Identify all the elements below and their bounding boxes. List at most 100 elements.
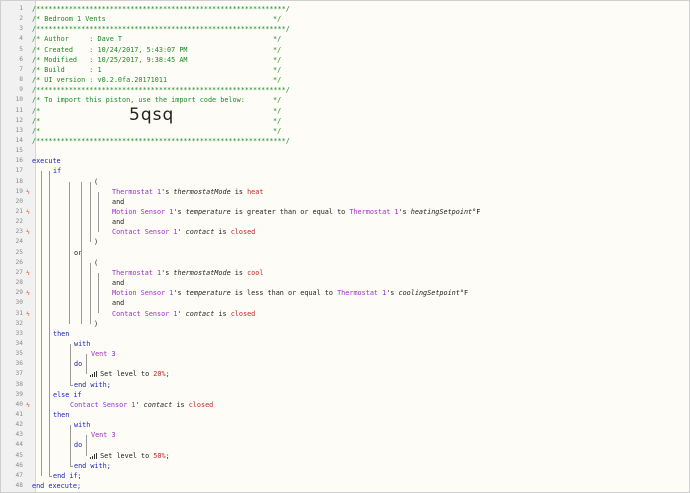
line-number: 32 [15,319,23,327]
device-name: Vent 3 [91,350,116,359]
code-text: with [74,420,90,430]
device-name: Thermostat 1 [349,208,399,216]
paren-group-inner-guide [98,272,99,314]
keyword-end-execute: end execute; [32,482,82,491]
line-number: 7 [19,65,23,73]
terminator: ; [165,370,170,379]
paren-close: ) [94,238,99,247]
line-number: 12 [15,116,23,124]
line-number: 28 [15,279,23,287]
possessive: 's [161,187,174,196]
code-line: 6 /* Modified : 10/25/2017, 9:38:45 AM */ [1,55,689,65]
line-number: 42 [15,421,23,429]
code-line: 48 end execute; [1,481,689,491]
line-number: 38 [15,380,23,388]
trigger-bolt-icon: ϟ [26,309,30,318]
line-number: 10 [15,96,23,104]
keyword-end-with: end with; [74,461,111,470]
comparison-value: heat [247,187,264,196]
comment-close: */ [273,96,282,105]
code-text: and [112,197,124,207]
code-line: 9 /**************************************… [1,85,689,95]
code-text: and [112,278,124,288]
operator: is [230,187,248,196]
code-text: do [74,359,82,369]
trigger-bolt-icon: ϟ [26,228,30,237]
code-text: end if; [53,471,82,481]
code-line: 32) [1,319,689,329]
code-line: 38 end with; [1,380,689,390]
code-text: do [74,440,82,450]
device-name: Vent 3 [91,431,116,440]
device-name: Thermostat 1 [112,268,162,277]
code-line: 1 /**************************************… [1,4,689,14]
code-text: Contact Sensor 1' contact is closed [70,400,213,410]
operator: is [230,268,248,277]
comment-rule: /***************************************… [32,86,290,95]
code-line: 7 /* Build : 1 */ [1,65,689,75]
code-text: /* UI version : v0.2.0fa.20171011 [32,75,167,85]
code-line: 45 Set level to 50%; [1,451,689,461]
comment-text: /* Created : 10/24/2017, 5:43:07 PM [32,45,188,54]
code-text: /* Bedroom 1 Vents [32,14,106,24]
comparison-value: closed [230,309,256,318]
device-name: Contact Sensor 1 [112,228,178,237]
line-number: 17 [15,167,23,175]
code-text: with [74,339,90,349]
paren-group-inner-guide [98,191,99,233]
paren-group-guide [90,262,91,324]
code-line: 24) [1,237,689,247]
possessive: 's [173,208,186,216]
comment-text: /* Modified : 10/25/2017, 9:38:45 AM [32,55,188,64]
attribute-name: contact [185,309,215,318]
comment-close: */ [273,15,282,24]
line-number: 46 [15,461,23,469]
code-text: /***************************************… [32,4,290,14]
comment-text: /* [32,126,41,135]
code-text: /* [32,116,40,126]
code-line: 39 else if [1,390,689,400]
line-number: 22 [15,218,23,226]
code-line: 10 /* To import this piston, use the impo… [1,95,689,105]
paren-open: ( [94,177,99,186]
line-number: 3 [19,25,23,33]
code-text: Vent 3 [91,349,116,359]
code-text: Vent 3 [91,430,116,440]
attribute-name: thermostatMode [173,187,231,196]
possessive: ' [177,309,186,318]
code-line: 44 do [1,440,689,450]
code-text: ( [94,258,98,268]
code-line: 47 end if; [1,471,689,481]
keyword-with: with [74,421,91,430]
comment-text: /* Bedroom 1 Vents [32,15,106,24]
paren-group-guide [90,181,91,243]
line-number: 40 [15,400,23,408]
comment-rule: /***************************************… [32,136,290,145]
keyword-then: then [53,329,70,338]
possessive: 's [161,268,174,277]
code-line: 36 do [1,359,689,369]
code-line: 22 and [1,217,689,227]
line-number: 5 [19,45,23,53]
code-text: /* [32,126,40,136]
possessive: 's [173,289,186,298]
trigger-bolt-icon: ϟ [26,208,30,216]
line-number: 20 [15,197,23,205]
code-line: 34 with [1,339,689,349]
line-number: 16 [15,157,23,165]
comparison-value: closed [188,400,214,409]
line-number: 31 [15,309,23,317]
trigger-bolt-icon: ϟ [26,268,30,277]
line-number: 44 [15,441,23,449]
with-block-inner-guide [86,354,87,375]
with-block-guide-end [70,384,73,386]
code-line: 2 /* Bedroom 1 Vents */ [1,14,689,24]
code-text: execute [32,156,61,166]
code-text: ) [94,319,98,329]
code-text: then [53,410,69,420]
attribute-name: contact [185,228,215,237]
keyword-with: with [74,339,91,348]
line-number: 43 [15,431,23,439]
line-number: 18 [15,177,23,185]
comment-rule: /***************************************… [32,25,290,34]
